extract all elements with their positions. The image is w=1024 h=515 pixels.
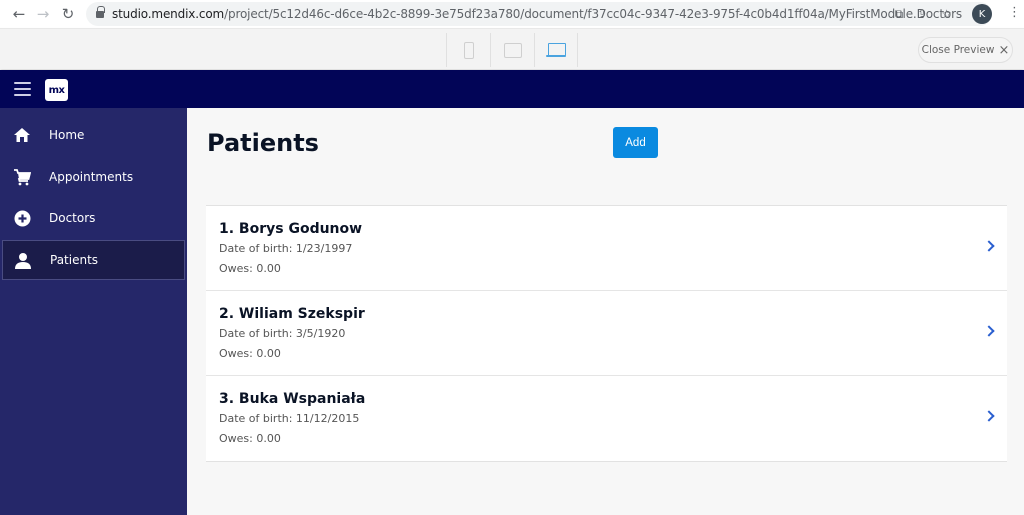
share-icon[interactable]: ⇪ — [917, 7, 927, 22]
browser-toolbar: ← → ↻ studio.mendix.com/project/5c12d46c… — [0, 0, 1024, 28]
patient-name: 3. Buka Wspaniała — [219, 391, 366, 407]
list-item[interactable]: 1. Borys Godunow Date of birth: 1/23/199… — [206, 206, 1007, 291]
main-content: Patients Add 1. Borys Godunow Date of bi… — [187, 108, 1024, 515]
page-title: Patients — [207, 129, 319, 157]
chevron-right-icon[interactable] — [983, 240, 995, 252]
desktop-view-button[interactable] — [534, 33, 578, 67]
home-icon — [12, 125, 32, 145]
sidebar: Home Appointments Doctors Patients — [0, 108, 187, 515]
app-header: mx — [0, 70, 1024, 108]
patient-dob: Date of birth: 3/5/1920 — [219, 327, 346, 340]
profile-avatar[interactable]: K — [972, 4, 992, 24]
sidebar-item-doctors[interactable]: Doctors — [0, 198, 187, 238]
reload-button[interactable]: ↻ — [57, 3, 79, 25]
patient-owes: Owes: 0.00 — [219, 432, 281, 445]
forward-button[interactable]: → — [32, 3, 54, 25]
laptop-icon — [546, 42, 566, 58]
cart-icon — [12, 167, 32, 187]
close-icon: × — [998, 42, 1010, 58]
patient-owes: Owes: 0.00 — [219, 347, 281, 360]
list-item[interactable]: 2. Wiliam Szekspir Date of birth: 3/5/19… — [206, 291, 1007, 376]
hamburger-menu-icon[interactable] — [14, 82, 31, 96]
user-icon — [13, 250, 33, 270]
phone-view-button[interactable] — [446, 33, 490, 67]
chevron-right-icon[interactable] — [983, 410, 995, 422]
back-button[interactable]: ← — [8, 3, 30, 25]
sidebar-item-home[interactable]: Home — [0, 115, 187, 155]
patient-name: 2. Wiliam Szekspir — [219, 306, 365, 322]
patient-list: 1. Borys Godunow Date of birth: 1/23/199… — [206, 205, 1007, 462]
sidebar-item-appointments[interactable]: Appointments — [0, 157, 187, 197]
tablet-icon — [503, 42, 522, 58]
tablet-view-button[interactable] — [490, 33, 534, 67]
add-button[interactable]: Add — [613, 127, 658, 158]
mendix-logo: mx — [45, 79, 68, 101]
patient-owes: Owes: 0.00 — [219, 262, 281, 275]
close-preview-button[interactable]: Close Preview × — [918, 37, 1013, 63]
browser-menu-icon[interactable]: ⋮ — [1008, 5, 1021, 20]
phone-icon — [463, 41, 474, 59]
close-preview-label: Close Preview — [921, 44, 995, 56]
patient-name: 1. Borys Godunow — [219, 221, 363, 237]
address-bar[interactable]: studio.mendix.com/project/5c12d46c-d6ce-… — [86, 2, 992, 26]
url-text: studio.mendix.com/project/5c12d46c-d6ce-… — [112, 7, 962, 21]
device-switcher — [446, 33, 578, 67]
sidebar-item-patients[interactable]: Patients — [2, 240, 185, 280]
lock-icon — [96, 5, 105, 19]
translate-icon[interactable]: ⧉ — [895, 7, 904, 22]
star-icon[interactable]: ☆ — [941, 7, 952, 22]
patient-dob: Date of birth: 1/23/1997 — [219, 242, 353, 255]
patient-dob: Date of birth: 11/12/2015 — [219, 412, 360, 425]
preview-toolbar: Close Preview × — [0, 28, 1024, 69]
plus-circle-icon — [12, 208, 32, 228]
chevron-right-icon[interactable] — [983, 325, 995, 337]
list-item[interactable]: 3. Buka Wspaniała Date of birth: 11/12/2… — [206, 376, 1007, 461]
